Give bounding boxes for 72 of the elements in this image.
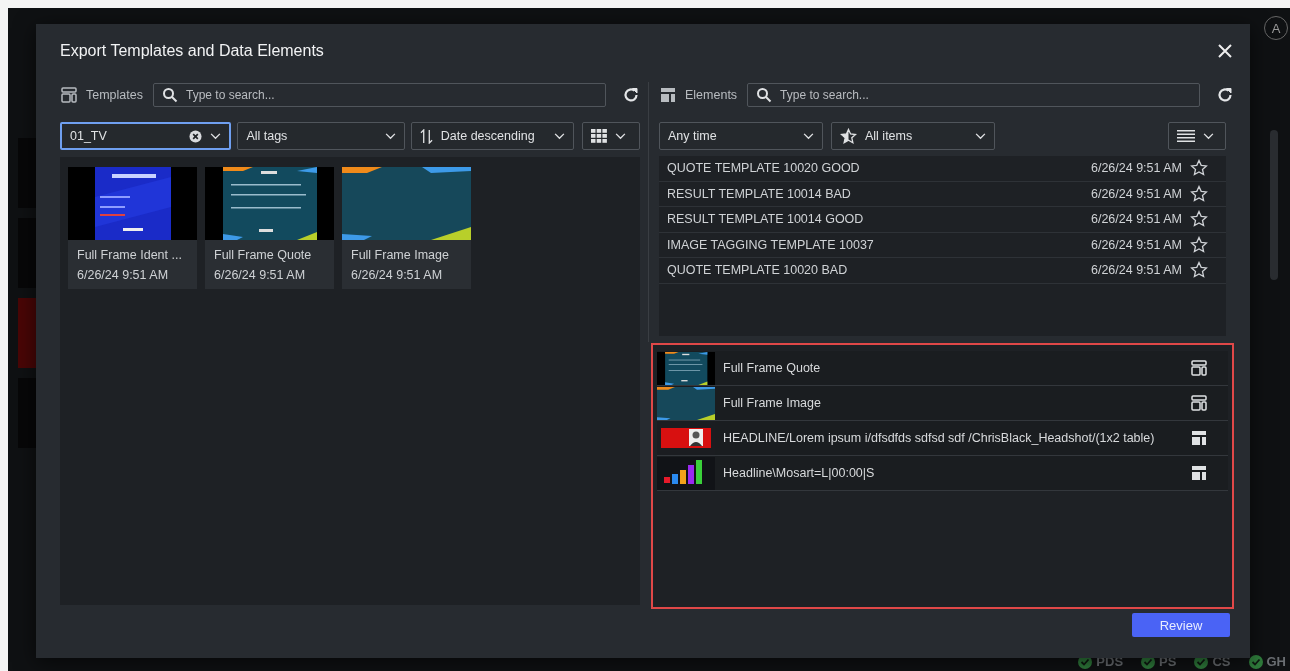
element-date: 6/26/24 9:51 AM [1090, 161, 1182, 176]
element-name: QUOTE TEMPLATE 10020 GOOD [667, 161, 861, 176]
template-icon [60, 86, 78, 104]
star-icon[interactable] [1190, 159, 1208, 178]
template-date: 6/26/24 9:51 AM [213, 267, 307, 284]
caret-icon [384, 132, 396, 140]
item-name: Headline\Mosart=L|00:00|S [723, 466, 876, 480]
element-date: 6/26/24 9:51 AM [1090, 212, 1182, 227]
panel-label: Elements [685, 88, 738, 102]
filter-dropdown[interactable]: All tags [237, 122, 405, 150]
grid-icon [591, 129, 608, 143]
scrollbar[interactable] [1270, 130, 1278, 280]
selected-item[interactable]: HEADLINE/Lorem ipsum i/dfsdfds sdfsd sdf /ChrisBlack_Headshot/(1x2 table) [657, 421, 1228, 456]
element-date: 6/26/24 9:51 AM [1090, 237, 1182, 252]
list-icon [1177, 130, 1195, 142]
element-name: IMAGE TAGGING TEMPLATE 10037 [667, 237, 875, 252]
item-name: HEADLINE/Lorem ipsum i/dfsdfds sdfsd sdf /ChrisBlack_Headshot/(1x2 table) [723, 431, 1156, 445]
template-name: Full Frame Image [350, 247, 450, 264]
element-name: QUOTE TEMPLATE 10020 BAD [667, 263, 849, 278]
selected-item[interactable]: Headline\Mosart=L|00:00|S [657, 456, 1228, 491]
caret-icon [1203, 132, 1214, 140]
search-field[interactable]: Type to search... [747, 83, 1200, 107]
element-row[interactable]: QUOTE TEMPLATE 10020 GOOD 6/26/24 9:51 AM [659, 156, 1226, 182]
caret-icon [210, 132, 222, 140]
template-card[interactable]: Full Frame Quote 6/26/24 9:51 AM [205, 167, 334, 289]
item-thumbnail [657, 456, 715, 490]
item-thumbnail [657, 386, 715, 420]
search-icon [756, 87, 773, 103]
sort-dropdown[interactable]: Date descending [410, 122, 575, 150]
element-name: RESULT TEMPLATE 10014 BAD [667, 186, 852, 201]
caret-icon [975, 132, 986, 140]
selected-item[interactable]: Full Frame Quote [657, 351, 1228, 386]
template-date: 6/26/24 9:51 AM [76, 267, 170, 284]
star-icon[interactable] [1190, 210, 1208, 229]
element-date: 6/26/24 9:51 AM [1090, 186, 1182, 201]
element-row[interactable]: QUOTE TEMPLATE 10020 BAD 6/26/24 9:51 AM [659, 258, 1226, 284]
clear-icon[interactable] [189, 129, 203, 143]
sort-icon [419, 128, 433, 144]
template-name: Full Frame Ident ... [76, 247, 183, 264]
item-name: Full Frame Image [723, 396, 822, 410]
filter-dropdown[interactable]: 01_TV [60, 122, 232, 150]
item-thumbnail [657, 351, 715, 385]
star-icon [840, 127, 857, 145]
filter-dropdown[interactable]: Any time [659, 122, 823, 150]
element-row[interactable]: RESULT TEMPLATE 10014 BAD 6/26/24 9:51 AM [659, 181, 1226, 207]
favorites-dropdown[interactable]: All items [831, 122, 995, 150]
panel-label: Templates [86, 88, 143, 102]
selected-item[interactable]: Full Frame Image [657, 386, 1228, 421]
view-dropdown[interactable] [1168, 122, 1226, 150]
star-icon[interactable] [1190, 261, 1208, 280]
element-row[interactable]: RESULT TEMPLATE 10014 GOOD 6/26/24 9:51 AM [659, 207, 1226, 233]
element-row[interactable]: IMAGE TAGGING TEMPLATE 10037 6/26/24 9:51 AM [659, 232, 1226, 258]
caret-icon [554, 132, 566, 140]
view-dropdown[interactable] [582, 122, 640, 150]
status-label: GH [1266, 654, 1286, 669]
dialog-title: Export Templates and Data Elements [60, 42, 324, 60]
template-card[interactable]: Full Frame Image 6/26/24 9:51 AM [342, 167, 471, 289]
review-button[interactable]: Review [1132, 613, 1230, 637]
template-card[interactable]: Full Frame Ident ... 6/26/24 9:51 AM [68, 167, 197, 289]
star-icon[interactable] [1190, 235, 1208, 254]
close-icon[interactable] [1216, 42, 1234, 60]
caret-icon [615, 132, 627, 140]
search-icon [162, 87, 178, 103]
element-name: RESULT TEMPLATE 10014 GOOD [667, 212, 865, 227]
element-icon [659, 86, 677, 104]
caret-icon [803, 132, 814, 140]
item-name: Full Frame Quote [723, 361, 822, 375]
element-date: 6/26/24 9:51 AM [1090, 263, 1182, 278]
template-name: Full Frame Quote [213, 247, 313, 264]
search-field[interactable]: Type to search... [153, 83, 606, 107]
star-icon[interactable] [1190, 184, 1208, 203]
template-date: 6/26/24 9:51 AM [350, 267, 444, 284]
